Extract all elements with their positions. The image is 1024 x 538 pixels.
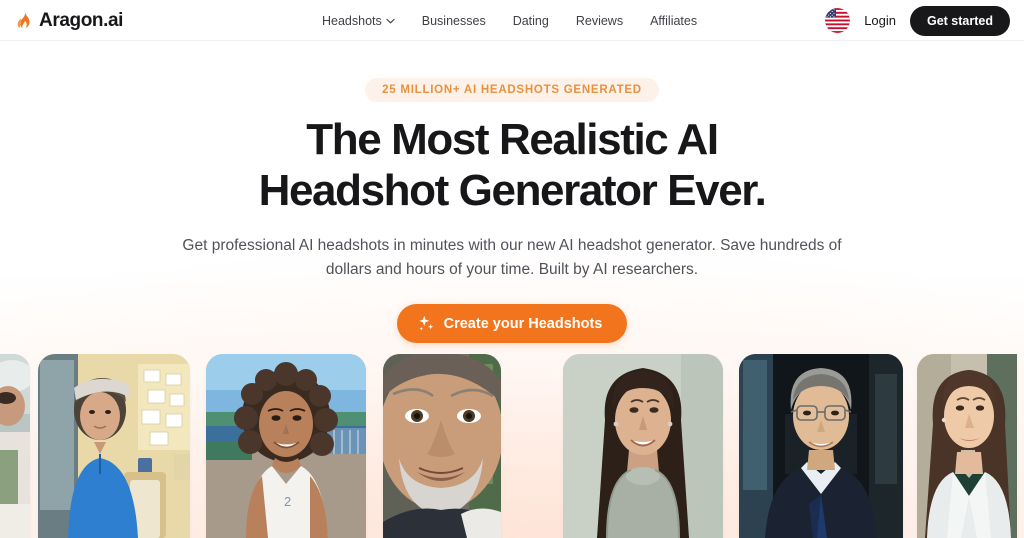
nav-item-label: Businesses	[421, 13, 486, 28]
main-nav: Headshots Businesses Dating Reviews Affi…	[322, 0, 697, 41]
stats-badge: 25 MILLION+ AI HEADSHOTS GENERATED	[365, 78, 659, 102]
photo-before-3[interactable]: 2	[206, 354, 366, 538]
nav-item-dating[interactable]: Dating	[513, 14, 549, 28]
create-headshots-button[interactable]: Create your Headshots	[396, 304, 628, 344]
photo-image	[917, 354, 1017, 538]
chevron-down-icon	[386, 18, 395, 24]
nav-item-label: Affiliates	[650, 13, 698, 28]
flame-icon	[17, 10, 30, 29]
headline-line-1: The Most Realistic AI	[306, 115, 719, 164]
nav-item-label: Headshots	[322, 13, 382, 28]
photo-after-3[interactable]	[917, 354, 1017, 538]
headline-line-2: Headshot Generator Ever.	[258, 166, 767, 215]
nav-item-affiliates[interactable]: Affiliates	[650, 14, 697, 28]
header-actions: Login Get started	[825, 0, 1010, 41]
page-title: The Most Realistic AI Headshot Generator…	[258, 115, 767, 215]
logo-text: Aragon.ai	[39, 10, 124, 31]
photo-before-4[interactable]	[383, 354, 501, 538]
photo-after-1[interactable]	[563, 354, 723, 538]
nav-item-reviews[interactable]: Reviews	[576, 14, 623, 28]
get-started-button[interactable]: Get started	[910, 5, 1010, 36]
photo-before-1[interactable]	[0, 354, 30, 538]
login-link[interactable]: Login	[864, 13, 896, 28]
photo-image	[0, 354, 30, 538]
photo-gallery: 2	[0, 354, 1024, 538]
logo[interactable]: Aragon.ai	[16, 0, 123, 41]
photo-after-2[interactable]	[739, 354, 903, 538]
hero-section: 25 MILLION+ AI HEADSHOTS GENERATED The M…	[0, 41, 1024, 344]
nav-item-businesses[interactable]: Businesses	[422, 14, 486, 28]
photo-image	[563, 354, 723, 538]
nav-item-label: Dating	[512, 13, 549, 28]
photo-image	[38, 354, 190, 538]
site-header: Aragon.ai Headshots Businesses Dating Re…	[0, 0, 1024, 41]
create-headshots-label: Create your Headshots	[443, 315, 603, 332]
nav-item-label: Reviews	[575, 13, 624, 28]
hero-subheading: Get professional AI headshots in minutes…	[182, 237, 842, 278]
photo-image	[383, 354, 501, 538]
landing-page: Aragon.ai Headshots Businesses Dating Re…	[0, 0, 1024, 538]
svg-text:2: 2	[284, 494, 291, 509]
photo-image: 2	[206, 354, 366, 538]
photo-before-2[interactable]	[38, 354, 190, 538]
nav-item-headshots[interactable]: Headshots	[322, 14, 395, 28]
us-flag-icon[interactable]	[825, 8, 851, 33]
photo-image	[739, 354, 903, 538]
sparkle-icon	[418, 315, 433, 331]
